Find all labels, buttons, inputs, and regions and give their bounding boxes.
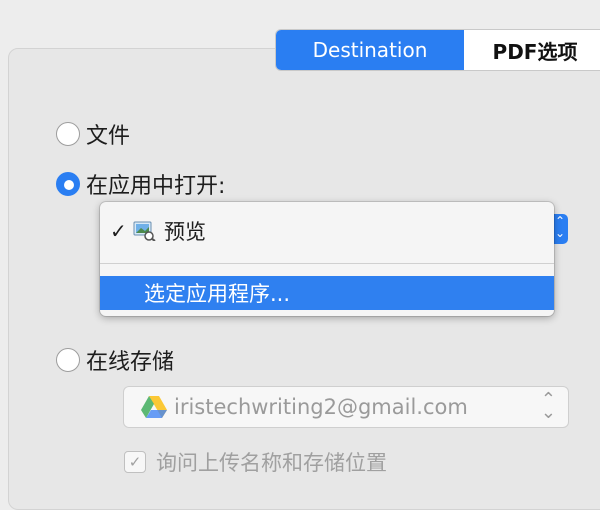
ask-location-checkbox[interactable]: ✓ xyxy=(124,451,146,473)
file-label: 文件 xyxy=(86,124,131,149)
ask-location-option[interactable]: ✓ 询问上传名称和存储位置 xyxy=(124,447,387,477)
menu-item-preview[interactable]: ✓ 预览 xyxy=(110,216,206,246)
storage-account-label: iristechwriting2@gmail.com xyxy=(174,395,468,419)
tab-pdf-options[interactable]: PDF选项 xyxy=(464,30,600,70)
open-in-app-label: 在应用中打开: xyxy=(86,174,226,199)
online-storage-option[interactable]: 在线存储 xyxy=(56,344,174,376)
online-storage-label: 在线存储 xyxy=(86,350,175,375)
open-in-app-option[interactable]: 在应用中打开: xyxy=(56,168,225,200)
ask-location-label: 询问上传名称和存储位置 xyxy=(156,451,387,475)
menu-separator xyxy=(100,263,554,264)
checkmark-icon: ✓ xyxy=(110,219,127,243)
open-in-app-radio[interactable] xyxy=(56,172,80,196)
storage-account-popup[interactable]: iristechwriting2@gmail.com ⌃ ⌄ xyxy=(124,387,568,427)
file-option[interactable]: 文件 xyxy=(56,118,130,150)
tab-bar: Destination PDF选项 xyxy=(276,30,600,70)
google-drive-icon xyxy=(140,395,168,419)
chevron-updown-icon: ⌃ ⌄ xyxy=(540,389,556,423)
app-popup-menu: ✓ 预览 选定应用程序... xyxy=(100,202,554,316)
file-radio[interactable] xyxy=(56,122,80,146)
tab-destination[interactable]: Destination xyxy=(276,30,464,70)
menu-item-preview-label: 预览 xyxy=(164,220,206,244)
menu-item-choose-app[interactable]: 选定应用程序... xyxy=(100,276,554,310)
app-popup-stepper[interactable] xyxy=(552,214,568,244)
preview-app-icon xyxy=(132,221,156,242)
online-storage-radio[interactable] xyxy=(56,348,80,372)
